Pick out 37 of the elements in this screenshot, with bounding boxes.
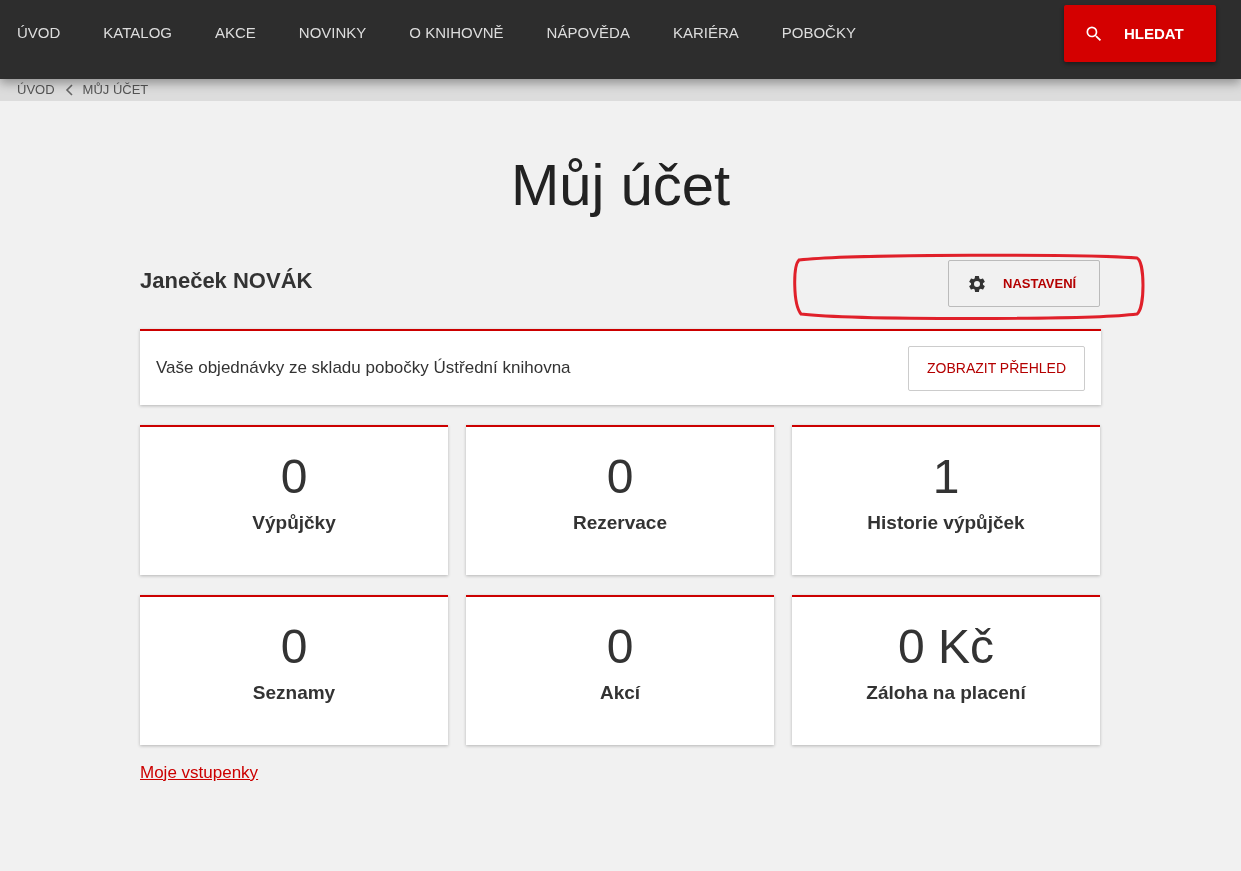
stat-value: 0 [280,449,308,504]
settings-icon [967,273,987,294]
nav-link[interactable]: AKCE [215,24,256,41]
stat-label: Historie výpůjček [867,512,1025,534]
stat-value: 0 Kč [897,619,994,674]
stat-card[interactable]: 0 Výpůjčky [140,425,448,575]
nav-link[interactable]: ÚVOD [17,24,61,41]
page-title: Můj účet [510,151,731,218]
stat-value: 1 [932,449,960,504]
nav-link[interactable]: O KNIHOVNĚ [409,24,504,41]
stat-value: 0 [606,449,634,504]
stat-card[interactable]: 0 Rezervace [466,425,774,575]
settings-button[interactable]: NASTAVENÍ [948,260,1100,307]
nav-link[interactable]: NOVINKY [298,24,367,41]
stat-value: 0 [606,619,634,674]
show-overview-button[interactable]: ZOBRAZIT PŘEHLED [908,345,1085,391]
stat-label: Seznamy [252,682,336,704]
stat-card[interactable]: 0 Seznamy [140,595,448,745]
chevron-icon [64,84,73,96]
stat-label: Akcí [599,682,641,704]
breadcrumb-link[interactable]: ÚVOD [17,82,55,98]
user-name: Janeček NOVÁK [140,268,313,294]
nav-link[interactable]: NÁPOVĚDA [546,24,630,41]
search-button[interactable]: HLEDAT [1064,5,1216,62]
stat-label: Záloha na placení [866,682,1026,704]
nav-link[interactable]: KATALOG [103,24,172,41]
orders-text: Vaše objednávky ze skladu pobočky Ústřední knihovna [156,358,571,378]
stat-label: Výpůjčky [252,512,336,534]
stat-card[interactable]: 1 Historie výpůjček [792,425,1100,575]
stat-value: 0 [280,619,308,674]
nav-link[interactable]: KARIÉRA [672,24,739,41]
stat-label: Rezervace [573,512,667,534]
stat-card[interactable]: 0 Kč Záloha na placení [792,595,1100,745]
nav-link[interactable]: POBOČKY [781,24,856,41]
breadcrumb-link[interactable]: MŮJ ÚČET [82,82,149,98]
tickets-link[interactable]: Moje vstupenky [140,763,259,783]
stat-card[interactable]: 0 Akcí [466,595,774,745]
